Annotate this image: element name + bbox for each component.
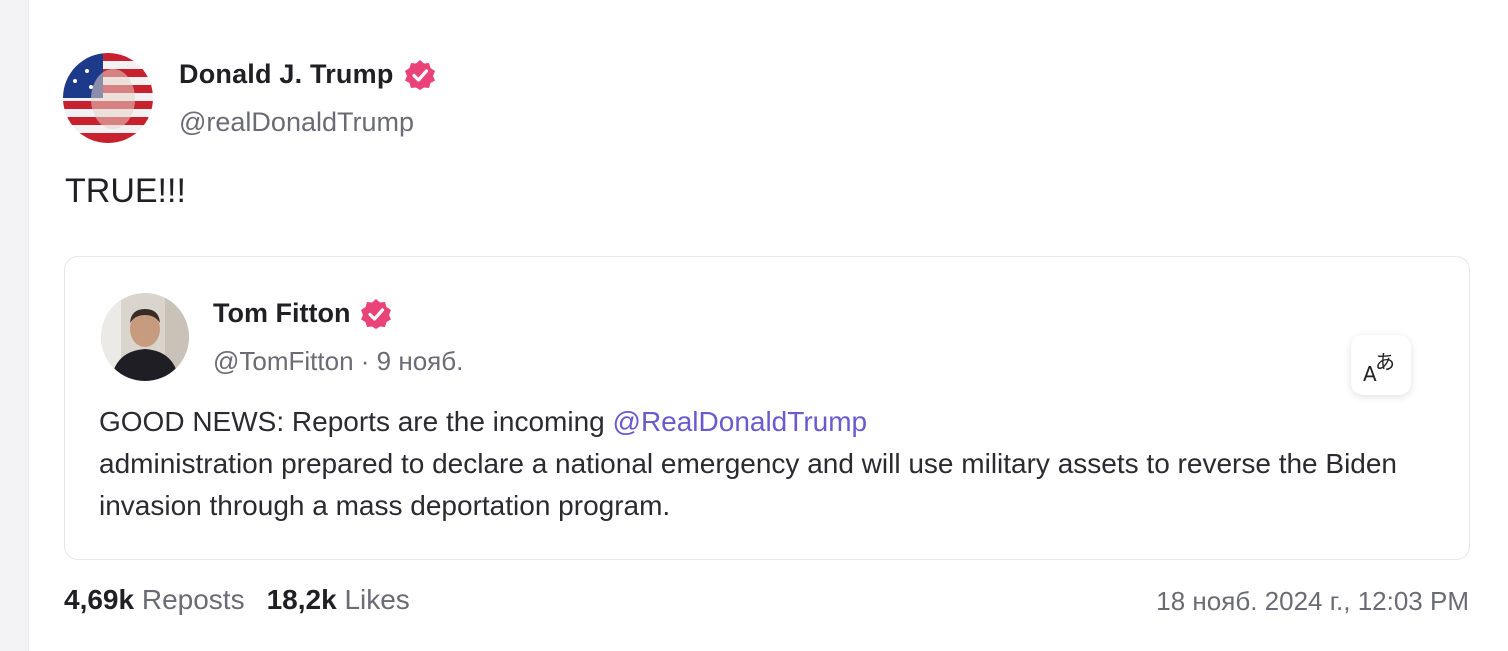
mention-link[interactable]: @RealDonaldTrump xyxy=(613,406,868,437)
quoted-author-avatar[interactable] xyxy=(101,293,189,381)
quoted-author-name-row: Tom Fitton xyxy=(213,298,463,330)
quoted-post-text-prefix: GOOD NEWS: Reports are the incoming xyxy=(99,406,613,437)
author-names: Donald J. Trump @realDonaldTrump xyxy=(179,59,436,138)
reposts-count: 4,69k xyxy=(64,584,135,615)
likes-label: Likes xyxy=(344,584,410,615)
quoted-post-date[interactable]: · 9 нояб. xyxy=(361,346,464,376)
reposts-label: Reposts xyxy=(141,584,245,615)
post-header: Donald J. Trump @realDonaldTrump xyxy=(63,53,436,143)
quoted-author-display-name[interactable]: Tom Fitton xyxy=(213,298,350,329)
translate-button[interactable]: A あ xyxy=(1351,335,1411,395)
author-name-row: Donald J. Trump xyxy=(179,59,436,91)
quoted-author-avatar-image xyxy=(101,293,189,381)
quoted-post-text-suffix: administration prepared to declare a nat… xyxy=(99,448,1398,521)
verified-badge-icon xyxy=(360,298,392,330)
post-timestamp[interactable]: 18 нояб. 2024 г., 12:03 PM xyxy=(1156,586,1469,617)
quoted-post[interactable]: Tom Fitton @TomFitton · 9 нояб. A あ GOOD… xyxy=(64,256,1470,560)
quoted-post-text: GOOD NEWS: Reports are the incoming @Rea… xyxy=(99,401,1429,527)
svg-text:あ: あ xyxy=(1375,350,1395,374)
author-display-name[interactable]: Donald J. Trump xyxy=(179,59,394,90)
post-card: Donald J. Trump @realDonaldTrump TRUE!!! xyxy=(28,0,1508,651)
post-text: TRUE!!! xyxy=(65,172,186,210)
author-avatar[interactable] xyxy=(63,53,153,143)
likes-count: 18,2k xyxy=(266,584,337,615)
author-avatar-image xyxy=(63,53,153,143)
reposts-stat[interactable]: 4,69k Reposts xyxy=(64,584,245,615)
translate-icon: A あ xyxy=(1363,350,1395,385)
quoted-author-meta: @TomFitton · 9 нояб. xyxy=(213,346,463,377)
likes-stat[interactable]: 18,2k Likes xyxy=(267,584,410,615)
verified-badge-icon xyxy=(404,59,436,91)
author-handle[interactable]: @realDonaldTrump xyxy=(179,107,436,138)
quoted-author-names: Tom Fitton @TomFitton · 9 нояб. xyxy=(213,298,463,377)
post-stats: 4,69k Reposts 18,2k Likes xyxy=(64,584,410,616)
quoted-author-handle[interactable]: @TomFitton xyxy=(213,346,354,376)
quoted-post-header: Tom Fitton @TomFitton · 9 нояб. xyxy=(101,293,463,381)
